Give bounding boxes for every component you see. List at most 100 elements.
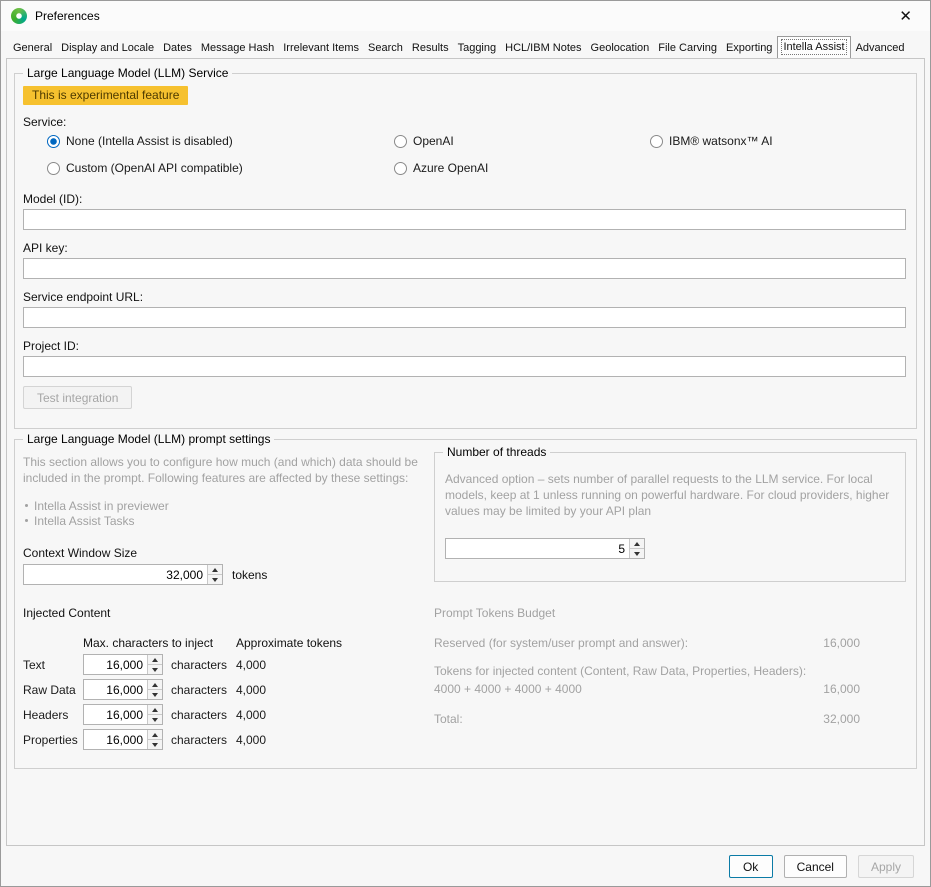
cancel-button[interactable]: Cancel <box>784 855 847 878</box>
api-key-label: API key: <box>23 241 68 255</box>
tab-message-hash[interactable]: Message Hash <box>197 37 278 58</box>
text-chars-input[interactable] <box>84 655 147 674</box>
budget-total-value: 32,000 <box>823 712 860 726</box>
radio-none[interactable]: None (Intella Assist is disabled) <box>47 134 233 148</box>
row-unit: characters <box>171 733 227 747</box>
raw-data-chars-stepper[interactable] <box>83 679 163 700</box>
spin-up-button[interactable] <box>208 565 222 575</box>
properties-chars-input[interactable] <box>84 730 147 749</box>
tab-hcl-ibm-notes[interactable]: HCL/IBM Notes <box>501 37 585 58</box>
tab-exporting[interactable]: Exporting <box>722 37 776 58</box>
stepper-buttons <box>147 705 162 724</box>
row-label: Text <box>23 658 45 672</box>
tab-geolocation[interactable]: Geolocation <box>587 37 654 58</box>
llm-service-group-title: Large Language Model (LLM) Service <box>23 66 232 80</box>
prompt-settings-description: This section allows you to configure how… <box>23 454 433 486</box>
tab-general[interactable]: General <box>9 37 56 58</box>
budget-reserved-label: Reserved (for system/user prompt and ans… <box>434 636 688 650</box>
context-window-input[interactable] <box>24 565 207 584</box>
bullet-icon <box>25 519 28 522</box>
properties-chars-stepper[interactable] <box>83 729 163 750</box>
row-label: Headers <box>23 708 68 722</box>
spin-up-button[interactable] <box>148 730 162 740</box>
spin-down-button[interactable] <box>148 690 162 699</box>
text-chars-stepper[interactable] <box>83 654 163 675</box>
raw-data-chars-input[interactable] <box>84 680 147 699</box>
spin-down-button[interactable] <box>148 740 162 749</box>
preferences-window: Preferences ✕ General Display and Locale… <box>0 0 931 887</box>
radio-azure-openai[interactable]: Azure OpenAI <box>394 161 488 175</box>
number-of-threads-title: Number of threads <box>443 445 550 459</box>
budget-injected-label: Tokens for injected content (Content, Ra… <box>434 664 806 678</box>
injected-content-title: Injected Content <box>23 606 110 620</box>
row-tokens: 4,000 <box>236 658 266 672</box>
bullet-icon <box>25 504 28 507</box>
stepper-buttons <box>147 655 162 674</box>
ok-button[interactable]: Ok <box>729 855 773 878</box>
stepper-buttons <box>147 680 162 699</box>
tab-results[interactable]: Results <box>408 37 453 58</box>
headers-chars-stepper[interactable] <box>83 704 163 725</box>
threads-stepper[interactable] <box>445 538 645 559</box>
radio-openai-circle <box>394 135 407 148</box>
tab-dates[interactable]: Dates <box>159 37 196 58</box>
close-icon[interactable]: ✕ <box>891 5 920 27</box>
row-tokens: 4,000 <box>236 683 266 697</box>
spin-down-button[interactable] <box>630 549 644 558</box>
project-id-input[interactable] <box>23 356 906 377</box>
row-tokens: 4,000 <box>236 733 266 747</box>
context-window-unit: tokens <box>232 568 267 582</box>
radio-custom[interactable]: Custom (OpenAI API compatible) <box>47 161 243 175</box>
row-tokens: 4,000 <box>236 708 266 722</box>
down-arrow-icon <box>634 552 640 556</box>
up-arrow-icon <box>152 708 158 712</box>
spin-up-button[interactable] <box>630 539 644 549</box>
list-item: Intella Assist in previewer <box>25 498 169 513</box>
api-key-input[interactable] <box>23 258 906 279</box>
tab-advanced[interactable]: Advanced <box>852 37 909 58</box>
radio-none-label: None (Intella Assist is disabled) <box>66 134 233 148</box>
spin-down-button[interactable] <box>148 715 162 724</box>
budget-title: Prompt Tokens Budget <box>434 606 555 620</box>
apply-button[interactable]: Apply <box>858 855 914 878</box>
tab-tagging[interactable]: Tagging <box>454 37 501 58</box>
injected-row-raw-data: Raw Data characters 4,000 <box>23 679 353 700</box>
stepper-buttons <box>629 539 644 558</box>
spin-up-button[interactable] <box>148 705 162 715</box>
tab-file-carving[interactable]: File Carving <box>654 37 721 58</box>
injected-row-headers: Headers characters 4,000 <box>23 704 353 725</box>
context-window-stepper[interactable] <box>23 564 223 585</box>
up-arrow-icon <box>152 683 158 687</box>
service-endpoint-input[interactable] <box>23 307 906 328</box>
budget-reserved-value: 16,000 <box>823 636 860 650</box>
model-id-input[interactable] <box>23 209 906 230</box>
spin-down-button[interactable] <box>148 665 162 674</box>
experimental-badge: This is experimental feature <box>23 86 188 105</box>
down-arrow-icon <box>212 578 218 582</box>
tab-intella-assist[interactable]: Intella Assist <box>777 36 850 59</box>
radio-ibm-watsonx[interactable]: IBM® watsonx™ AI <box>650 134 773 148</box>
radio-openai[interactable]: OpenAI <box>394 134 454 148</box>
down-arrow-icon <box>152 693 158 697</box>
intella-assist-panel: Large Language Model (LLM) Service This … <box>6 58 925 846</box>
tab-search[interactable]: Search <box>364 37 407 58</box>
model-id-label: Model (ID): <box>23 192 82 206</box>
stepper-buttons <box>147 730 162 749</box>
up-arrow-icon <box>152 733 158 737</box>
tab-irrelevant-items[interactable]: Irrelevant Items <box>279 37 363 58</box>
headers-chars-input[interactable] <box>84 705 147 724</box>
spin-down-button[interactable] <box>208 575 222 584</box>
context-window-label: Context Window Size <box>23 546 137 560</box>
test-integration-button[interactable]: Test integration <box>23 386 132 409</box>
up-arrow-icon <box>212 568 218 572</box>
tab-display-and-locale[interactable]: Display and Locale <box>57 37 158 58</box>
spin-up-button[interactable] <box>148 655 162 665</box>
up-arrow-icon <box>634 542 640 546</box>
service-endpoint-label: Service endpoint URL: <box>23 290 143 304</box>
radio-ibm-watsonx-label: IBM® watsonx™ AI <box>669 134 773 148</box>
spin-up-button[interactable] <box>148 680 162 690</box>
threads-input[interactable] <box>446 539 629 558</box>
radio-custom-label: Custom (OpenAI API compatible) <box>66 161 243 175</box>
injected-row-properties: Properties characters 4,000 <box>23 729 353 750</box>
col-max-characters: Max. characters to inject <box>83 636 213 650</box>
